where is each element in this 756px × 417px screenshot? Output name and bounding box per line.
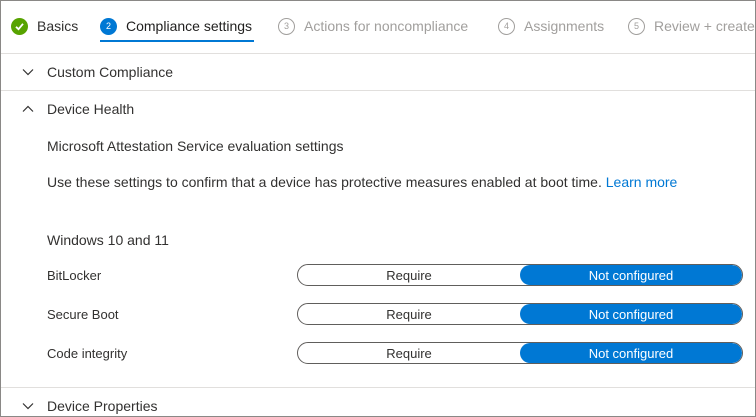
step-review-create-label: Review + create (654, 18, 755, 34)
step-assignments-label: Assignments (524, 18, 605, 34)
compliance-policy-wizard: Basics 2 Compliance settings 3 Actions f… (0, 0, 756, 417)
secure-boot-toggle[interactable]: Require Not configured (297, 303, 743, 325)
step-actions-for-noncompliance[interactable]: 3 Actions for noncompliance (278, 14, 468, 38)
step-number-badge: 5 (628, 17, 645, 35)
step-number-badge: 3 (278, 17, 295, 35)
step-number-badge: 2 (100, 17, 117, 35)
chevron-down-icon (22, 403, 34, 410)
chevron-up-icon (22, 105, 34, 112)
require-option[interactable]: Require (298, 304, 520, 324)
step-basics[interactable]: Basics (11, 14, 78, 38)
learn-more-link[interactable]: Learn more (606, 174, 678, 190)
setting-label-bitlocker: BitLocker (47, 268, 102, 283)
not-configured-option[interactable]: Not configured (520, 343, 742, 363)
section-title: Custom Compliance (47, 64, 174, 80)
wizard-steps: Basics 2 Compliance settings 3 Actions f… (1, 1, 755, 53)
step-basics-label: Basics (37, 18, 79, 34)
step-assignments[interactable]: 4 Assignments (498, 14, 604, 38)
step-compliance-settings-label: Compliance settings (126, 18, 253, 34)
group-label: Windows 10 and 11 (47, 232, 169, 248)
description-text: Use these settings to confirm that a dev… (47, 174, 677, 190)
code-integrity-toggle[interactable]: Require Not configured (297, 342, 743, 364)
step-compliance-settings[interactable]: 2 Compliance settings (100, 14, 252, 38)
bitlocker-toggle[interactable]: Require Not configured (297, 264, 743, 286)
setting-label-code-integrity: Code integrity (47, 346, 128, 361)
step-review-create[interactable]: 5 Review + create (628, 14, 755, 38)
section-device-properties[interactable]: Device Properties (1, 388, 755, 416)
step-number-badge: 4 (498, 17, 515, 35)
step-actions-label: Actions for noncompliance (304, 18, 469, 34)
active-step-underline (100, 40, 254, 42)
description: Use these settings to confirm that a dev… (47, 174, 602, 190)
not-configured-option[interactable]: Not configured (520, 265, 742, 285)
section-title: Device Properties (47, 398, 158, 414)
require-option[interactable]: Require (298, 343, 520, 363)
section-title: Device Health (47, 101, 135, 117)
setting-label-secure-boot: Secure Boot (47, 307, 119, 322)
chevron-down-icon (22, 69, 34, 76)
require-option[interactable]: Require (298, 265, 520, 285)
not-configured-option[interactable]: Not configured (520, 304, 742, 324)
section-custom-compliance[interactable]: Custom Compliance (1, 54, 755, 90)
checkmark-icon (11, 17, 28, 35)
section-device-health[interactable]: Device Health (1, 91, 755, 127)
subsection-title: Microsoft Attestation Service evaluation… (47, 138, 344, 154)
